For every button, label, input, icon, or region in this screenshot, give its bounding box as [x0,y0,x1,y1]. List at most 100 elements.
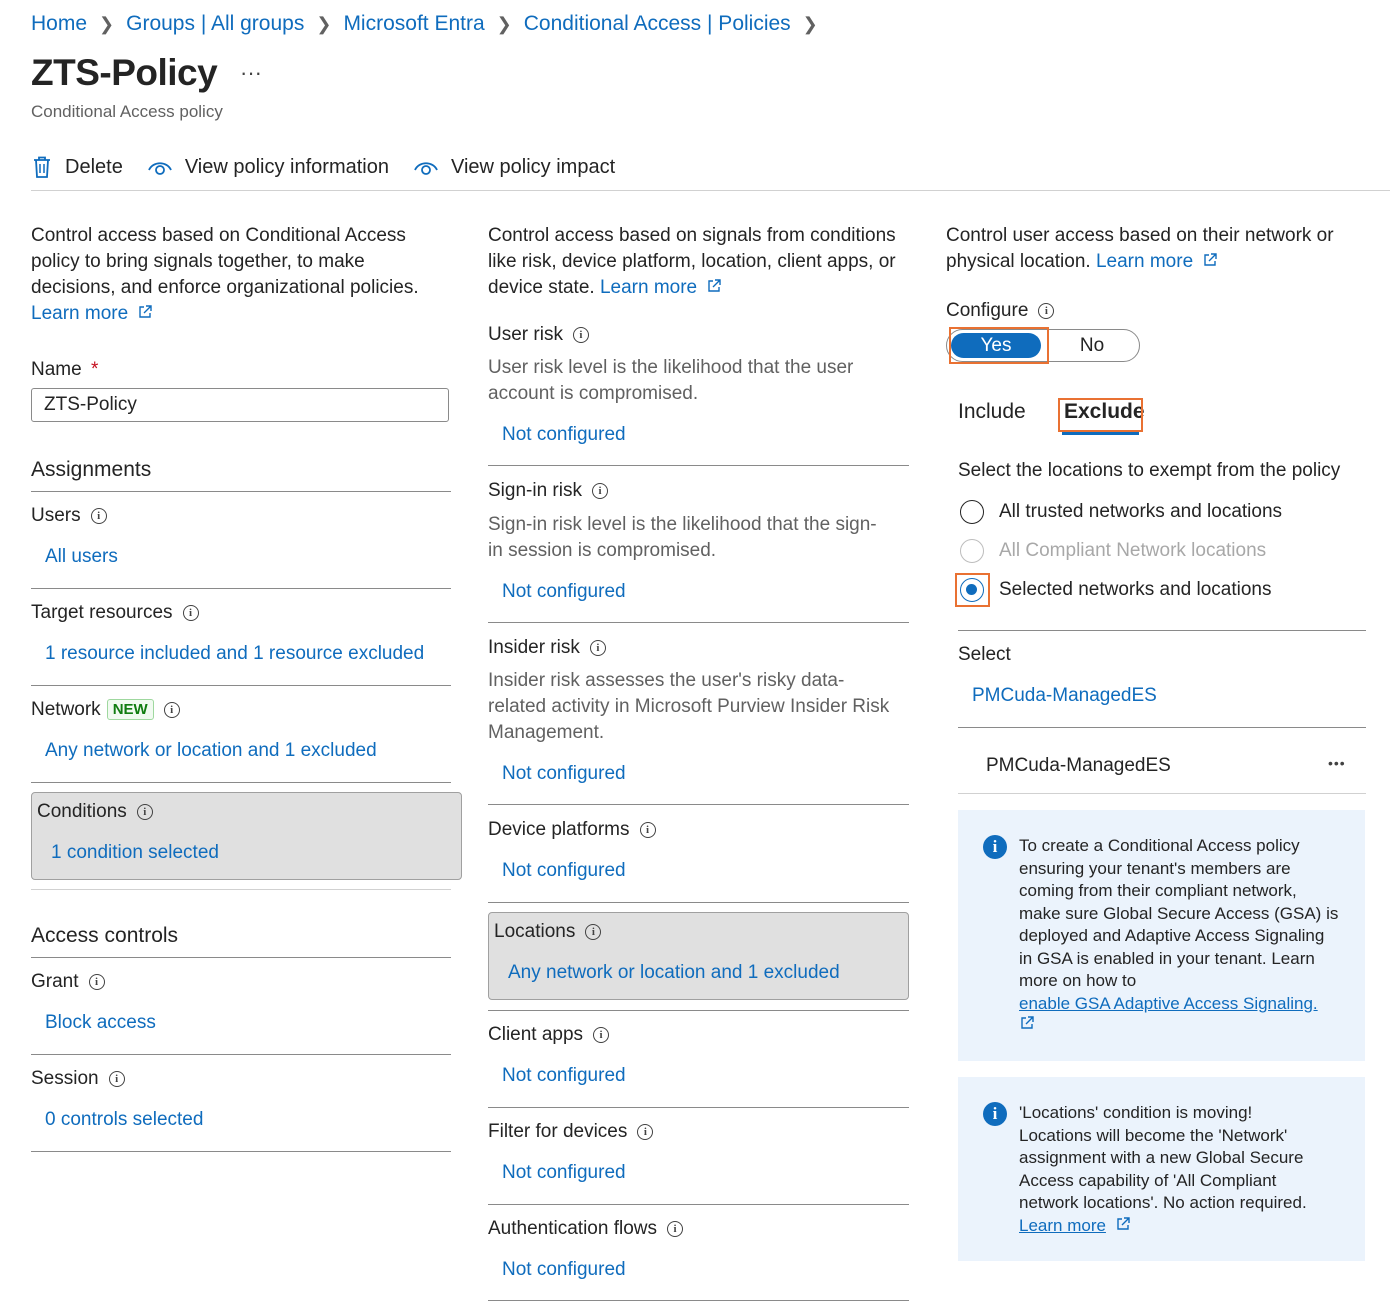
divider [958,727,1366,728]
name-label: Name * [31,359,99,380]
conditions-label: Conditions i [37,801,153,823]
eye-icon [147,162,172,175]
signin-risk-value-link[interactable]: Not configured [502,581,626,603]
info-icon[interactable]: i [90,508,107,524]
item-more-button[interactable]: ••• [1328,755,1346,771]
session-label: Session i [31,1068,125,1090]
insider-risk-label: Insider risk i [488,637,606,659]
breadcrumb-policies[interactable]: Conditional Access | Policies [524,12,791,36]
locations-value-link[interactable]: Any network or location and 1 excluded [508,962,840,984]
select-label: Select [958,644,1011,665]
device-platforms-label: Device platforms i [488,819,656,841]
breadcrumb-home[interactable]: Home [31,12,87,36]
divider [488,465,909,466]
chevron-right-icon: ❯ [99,13,115,34]
grant-label: Grant i [31,971,105,993]
network-value-link[interactable]: Any network or location and 1 excluded [45,740,377,762]
page-subtitle: Conditional Access policy [31,102,223,121]
delete-button[interactable]: Delete [31,155,123,179]
divider [31,889,451,890]
info-icon[interactable]: i [572,327,589,343]
breadcrumb-groups[interactable]: Groups | All groups [126,12,304,36]
device-platforms-value-link[interactable]: Not configured [502,860,626,882]
info-icon[interactable]: i [637,1124,654,1140]
locations-moving-message: i 'Locations' condition is moving! Locat… [958,1077,1365,1261]
auth-flows-value-link[interactable]: Not configured [502,1259,626,1281]
divider [31,491,451,492]
select-locations-prompt: Select the locations to exempt from the … [958,460,1341,481]
info-icon[interactable]: i [591,483,608,499]
user-risk-value-link[interactable]: Not configured [502,424,626,446]
breadcrumb: Home ❯ Groups | All groups ❯ Microsoft E… [31,12,830,36]
divider [488,902,909,903]
view-policy-information-button[interactable]: View policy information [147,156,389,179]
users-value-link[interactable]: All users [45,546,118,568]
divider [31,685,451,686]
radio-all-compliant [960,539,984,563]
info-icon[interactable]: i [182,605,199,621]
more-options-button[interactable]: ··· [240,60,262,86]
divider [31,1151,451,1152]
insider-risk-value-link[interactable]: Not configured [502,763,626,785]
conditions-value-link[interactable]: 1 condition selected [51,842,219,864]
radio-all-trusted[interactable] [960,500,984,524]
external-link-icon [139,305,153,318]
view-policy-impact-label: View policy impact [450,155,616,178]
select-locations-link[interactable]: PMCuda-ManagedES [972,685,1157,707]
info-icon[interactable]: i [667,1221,683,1237]
insider-risk-description: Insider risk assesses the user's risky d… [488,670,890,743]
info-icon[interactable]: i [593,1027,610,1043]
radio-all-compliant-label: All Compliant Network locations [999,540,1267,561]
target-resources-value-link[interactable]: 1 resource included and 1 resource exclu… [45,643,424,665]
user-risk-label: User risk i [488,324,589,346]
radio-all-trusted-label: All trusted networks and locations [999,501,1283,522]
chevron-right-icon: ❯ [802,13,818,34]
page-title: ZTS-Policy [31,52,218,93]
chevron-right-icon: ❯ [496,13,512,34]
configure-label: Configure i [946,300,1055,322]
info-icon: i [983,1102,1007,1126]
divider [31,1054,451,1055]
assignments-heading: Assignments [31,458,152,481]
right-description: Control user access based on their netwo… [946,225,1334,272]
grant-value-link[interactable]: Block access [45,1012,156,1034]
auth-flows-label: Authentication flows i [488,1218,683,1240]
divider [31,782,451,783]
client-apps-value-link[interactable]: Not configured [502,1065,626,1087]
external-link-icon [708,279,722,292]
info-icon[interactable]: i [589,640,606,656]
divider [31,957,451,958]
info-icon[interactable]: i [639,822,656,838]
new-badge: NEW [106,699,154,720]
learn-more-link[interactable]: Learn more [1019,1216,1106,1235]
info-icon[interactable]: i [585,924,602,940]
policy-name-input[interactable]: ZTS-Policy [31,388,449,422]
external-link-icon [1116,1216,1130,1230]
filter-devices-value-link[interactable]: Not configured [502,1162,626,1184]
enable-gsa-link[interactable]: enable GSA Adaptive Access Signaling. [1019,994,1318,1013]
eye-icon [414,162,438,175]
learn-more-link[interactable]: Learn more [1096,251,1193,272]
tab-include[interactable]: Include [958,400,1026,424]
learn-more-link[interactable]: Learn more [31,303,128,324]
breadcrumb-entra[interactable]: Microsoft Entra [343,12,484,36]
selected-location-item: PMCuda-ManagedES [986,755,1171,776]
info-icon[interactable]: i [108,1071,125,1087]
target-resources-label: Target resources i [31,602,199,624]
info-icon[interactable]: i [1038,303,1055,319]
divider [488,1010,909,1011]
info-icon[interactable]: i [88,974,105,990]
required-indicator: * [90,359,99,380]
active-tab-indicator [1062,432,1139,435]
delete-label: Delete [65,155,123,178]
trash-icon [34,156,50,178]
view-policy-impact-button[interactable]: View policy impact [413,156,615,179]
info-icon[interactable]: i [163,702,180,718]
info-icon[interactable]: i [136,804,153,820]
learn-more-link[interactable]: Learn more [600,277,697,298]
configure-no-option[interactable]: No [1047,333,1137,358]
session-value-link[interactable]: 0 controls selected [45,1109,203,1131]
radio-selected-networks-label: Selected networks and locations [999,579,1272,600]
client-apps-label: Client apps i [488,1024,610,1046]
access-controls-heading: Access controls [31,924,179,947]
